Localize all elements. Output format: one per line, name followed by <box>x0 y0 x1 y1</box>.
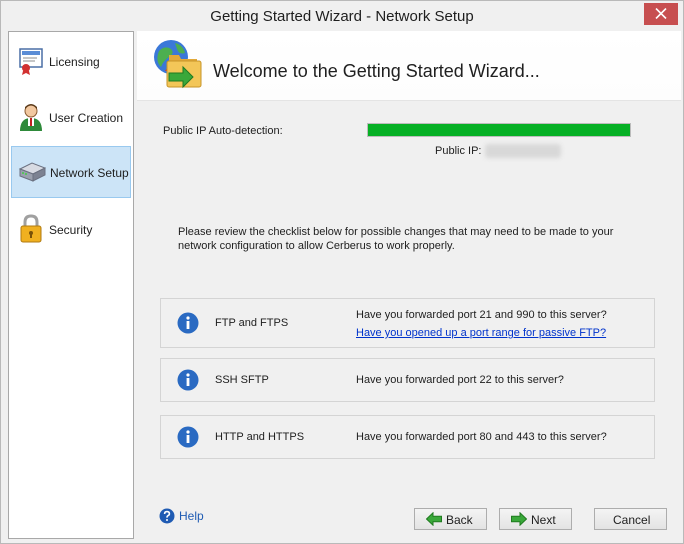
checklist-intro-text: Please review the checklist below for po… <box>178 226 614 252</box>
help-icon <box>159 508 175 524</box>
close-button[interactable] <box>644 3 678 25</box>
checklist-item-name: HTTP and HTTPS <box>215 431 305 443</box>
user-icon <box>20 104 42 131</box>
sidebar-item-label: Network Setup <box>50 166 129 180</box>
info-icon <box>177 312 199 334</box>
sidebar-item-label: User Creation <box>49 111 124 125</box>
passive-ftp-link[interactable]: Have you opened up a port range for pass… <box>356 327 606 339</box>
sidebar-item-network-setup[interactable]: Network Setup <box>11 146 131 198</box>
checklist-item-http: HTTP and HTTPS Have you forwarded port 8… <box>160 415 655 459</box>
cancel-button[interactable]: Cancel <box>594 508 667 530</box>
back-button-label: Back <box>446 513 473 527</box>
checklist-item-question: Have you forwarded port 80 and 443 to th… <box>356 431 607 443</box>
window-title: Getting Started Wizard - Network Setup <box>210 8 474 25</box>
progress-fill <box>368 124 630 136</box>
checklist-item-ssh: SSH SFTP Have you forwarded port 22 to t… <box>160 358 655 402</box>
next-arrow-icon <box>511 512 527 526</box>
checklist-item-name: FTP and FTPS <box>215 317 289 329</box>
wizard-steps-sidebar: Licensing User Creation Network Setup Se… <box>8 31 134 539</box>
ip-detection-progress-bar <box>367 123 631 137</box>
cancel-button-label: Cancel <box>613 513 651 527</box>
back-button[interactable]: Back <box>414 508 487 530</box>
checklist-item-question: Have you forwarded port 22 to this serve… <box>356 374 564 386</box>
wizard-window: Getting Started Wizard - Network Setup L… <box>0 0 684 544</box>
public-ip-value-redacted <box>485 144 561 158</box>
lock-icon <box>20 214 42 243</box>
sidebar-item-user-creation[interactable]: User Creation <box>11 92 131 144</box>
sidebar-item-security[interactable]: Security <box>11 204 131 256</box>
info-icon <box>177 369 199 391</box>
close-icon <box>655 8 667 19</box>
next-button-label: Next <box>531 513 556 527</box>
ip-autodetect-label: Public IP Auto-detection: <box>163 125 283 137</box>
sidebar-item-label: Licensing <box>49 55 100 69</box>
page-title: Welcome to the Getting Started Wizard... <box>213 61 540 81</box>
public-ip-label: Public IP: <box>435 145 482 157</box>
license-certificate-icon <box>19 48 43 75</box>
network-router-icon <box>18 162 46 182</box>
wizard-header: Welcome to the Getting Started Wizard... <box>137 31 681 101</box>
title-bar: Getting Started Wizard - Network Setup <box>1 1 683 31</box>
next-button[interactable]: Next <box>499 508 572 530</box>
info-icon <box>177 426 199 448</box>
sidebar-item-licensing[interactable]: Licensing <box>11 36 131 88</box>
checklist-item-question: Have you forwarded port 21 and 990 to th… <box>356 309 607 321</box>
sidebar-item-label: Security <box>49 223 93 237</box>
checklist-item-ftp: FTP and FTPS Have you forwarded port 21 … <box>160 298 655 348</box>
help-label: Help <box>179 509 204 523</box>
checklist-item-name: SSH SFTP <box>215 374 269 386</box>
back-arrow-icon <box>426 512 442 526</box>
globe-folder-icon <box>154 40 202 89</box>
